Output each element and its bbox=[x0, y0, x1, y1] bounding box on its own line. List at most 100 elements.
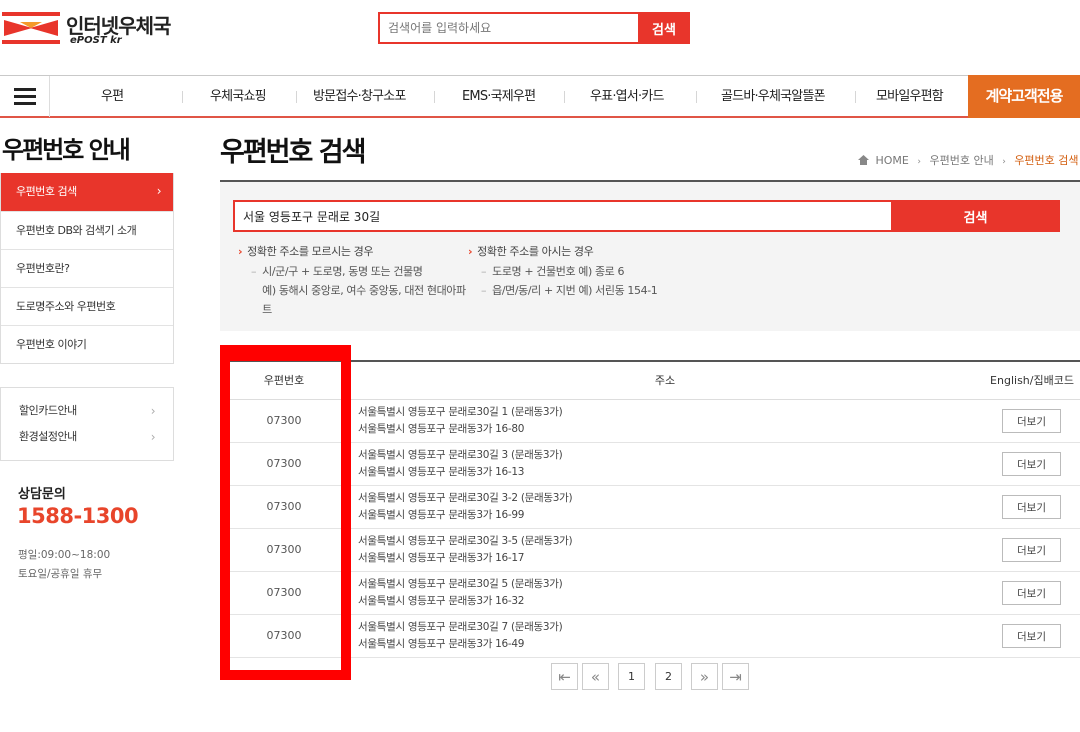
postcode-cell[interactable]: 07300 bbox=[220, 572, 348, 614]
global-navigation: 우편 우체국쇼핑 방문접수·창구소포 EMS·국제우편 우표·엽서·카드 골드바… bbox=[0, 75, 1080, 118]
page-button-2[interactable]: 2 bbox=[655, 663, 682, 690]
gnb-item-stamps[interactable]: 우표·엽서·카드 bbox=[590, 76, 664, 117]
first-page-icon[interactable]: ⇤ bbox=[551, 663, 578, 690]
postcode-search-button[interactable]: 검색 bbox=[891, 200, 1060, 232]
table-row: 07300 서울특별시 영등포구 문래로30길 3-2 (문래동3가) 서울특별… bbox=[220, 486, 1080, 529]
guide-heading: 정확한 주소를 모르시는 경우 bbox=[238, 242, 466, 262]
gnb-contract-customer[interactable]: 계약고객전용 bbox=[968, 75, 1080, 118]
jibun-address: 서울특별시 영등포구 문래동3가 16-99 bbox=[358, 509, 525, 521]
sidebar-item-what-is-postcode[interactable]: 우편번호란? bbox=[1, 249, 173, 287]
breadcrumb-postcode-guide[interactable]: 우편번호 안내 bbox=[929, 154, 993, 167]
header-postcode: 우편번호 bbox=[263, 374, 305, 387]
postcode-cell[interactable]: 07300 bbox=[220, 615, 348, 657]
road-address: 서울특별시 영등포구 문래로30길 1 (문래동3가) bbox=[358, 406, 563, 418]
sidebar-item-postcode-story[interactable]: 우편번호 이야기 bbox=[1, 325, 173, 363]
jibun-address: 서울특별시 영등포구 문래동3가 16-49 bbox=[358, 638, 525, 650]
discount-card-link[interactable]: 할인카드안내 › bbox=[19, 398, 156, 424]
customer-service-hours: 평일:09:00~18:00 토요일/공휴일 휴무 bbox=[18, 546, 110, 584]
gnb-item-mobile-mailbox[interactable]: 모바일우편함 bbox=[876, 76, 944, 117]
address-cell[interactable]: 서울특별시 영등포구 문래로30길 3-5 (문래동3가) 서울특별시 영등포구… bbox=[358, 533, 958, 567]
gnb-item-goldbar[interactable]: 골드바·우체국알뜰폰 bbox=[721, 76, 826, 117]
table-row: 07300 서울특별시 영등포구 문래로30길 7 (문래동3가) 서울특별시 … bbox=[220, 615, 1080, 658]
gnb-divider bbox=[696, 91, 697, 103]
sidebar-title: 우편번호 안내 bbox=[2, 136, 131, 164]
home-icon bbox=[858, 155, 869, 165]
address-cell[interactable]: 서울특별시 영등포구 문래로30길 5 (문래동3가) 서울특별시 영등포구 문… bbox=[358, 576, 958, 610]
guide-line: – 도로명 + 건물번호 예) 종로 6 bbox=[481, 265, 625, 278]
breadcrumb-separator-icon: › bbox=[1002, 157, 1006, 167]
breadcrumb-current: 우편번호 검색 bbox=[1014, 154, 1079, 167]
road-address: 서울특별시 영등포구 문래로30길 5 (문래동3가) bbox=[358, 578, 563, 590]
hamburger-menu-icon[interactable] bbox=[0, 76, 50, 117]
breadcrumb-separator-icon: › bbox=[917, 157, 921, 167]
chevron-right-icon: › bbox=[150, 430, 156, 444]
sidebar-item-postcode-search[interactable]: 우편번호 검색 › bbox=[1, 173, 173, 211]
jibun-address: 서울특별시 영등포구 문래동3가 16-17 bbox=[358, 552, 525, 564]
global-search-input[interactable] bbox=[380, 14, 640, 42]
table-header: 우편번호 주소 English/집배코드 bbox=[220, 362, 1080, 400]
address-cell[interactable]: 서울특별시 영등포구 문래로30길 3-2 (문래동3가) 서울특별시 영등포구… bbox=[358, 490, 958, 524]
header-english-code: English/집배코드 bbox=[990, 374, 1074, 387]
address-cell[interactable]: 서울특별시 영등포구 문래로30길 1 (문래동3가) 서울특별시 영등포구 문… bbox=[358, 404, 958, 438]
more-button[interactable]: 더보기 bbox=[1002, 581, 1061, 605]
gnb-item-ems[interactable]: EMS·국제우편 bbox=[462, 76, 536, 117]
gnb-divider bbox=[564, 91, 565, 103]
guide-heading: 정확한 주소를 아시는 경우 bbox=[468, 242, 657, 262]
environment-settings-link[interactable]: 환경설정안내 › bbox=[19, 424, 156, 450]
postcode-search-input[interactable] bbox=[235, 202, 895, 230]
postcode-cell[interactable]: 07300 bbox=[220, 443, 348, 485]
highlight-annotation-top bbox=[220, 345, 351, 361]
more-button[interactable]: 더보기 bbox=[1002, 495, 1061, 519]
gnb-item-parcel[interactable]: 방문접수·창구소포 bbox=[313, 76, 406, 117]
weekday-hours: 평일:09:00~18:00 bbox=[18, 549, 111, 561]
guide-line: –예) 동해시 중앙로, 여수 중앙동, 대전 현대아파 bbox=[262, 284, 466, 297]
breadcrumb: HOME › 우편번호 안내 › 우편번호 검색 bbox=[858, 152, 1079, 168]
gnb-item-shopping[interactable]: 우체국쇼핑 bbox=[210, 76, 267, 117]
jibun-address: 서울특별시 영등포구 문래동3가 16-80 bbox=[358, 423, 525, 435]
guide-known-address: 정확한 주소를 아시는 경우 –도로명 + 건물번호 예) 종로 6 –읍/면/… bbox=[468, 242, 658, 300]
postcode-cell[interactable]: 07300 bbox=[220, 400, 348, 442]
epost-logo-icon bbox=[2, 12, 60, 44]
holiday-hours: 토요일/공휴일 휴무 bbox=[18, 568, 103, 580]
page-title: 우편번호 검색 bbox=[220, 137, 366, 168]
gnb-divider bbox=[296, 91, 297, 103]
global-search: 검색 bbox=[378, 12, 690, 44]
page-button-1[interactable]: 1 bbox=[618, 663, 645, 690]
next-page-icon[interactable]: » bbox=[691, 663, 718, 690]
sidebar-item-db-intro[interactable]: 우편번호 DB와 검색기 소개 bbox=[1, 211, 173, 249]
postcode-cell[interactable]: 07300 bbox=[220, 529, 348, 571]
table-row: 07300 서울특별시 영등포구 문래로30길 1 (문래동3가) 서울특별시 … bbox=[220, 400, 1080, 443]
last-page-icon[interactable]: ⇥ bbox=[722, 663, 749, 690]
gnb-item-post[interactable]: 우편 bbox=[101, 76, 124, 117]
discount-card-label: 할인카드안내 bbox=[19, 404, 77, 417]
postcode-search-box: 검색 bbox=[233, 200, 1060, 232]
gnb-divider bbox=[182, 91, 183, 103]
header-address: 주소 bbox=[654, 374, 676, 387]
more-button[interactable]: 더보기 bbox=[1002, 409, 1061, 433]
more-button[interactable]: 더보기 bbox=[1002, 538, 1061, 562]
breadcrumb-home[interactable]: HOME bbox=[876, 154, 909, 167]
guide-line: – 시/군/구 + 도로명, 동명 또는 건물명 bbox=[251, 265, 423, 278]
road-address: 서울특별시 영등포구 문래로30길 3 (문래동3가) bbox=[358, 449, 563, 461]
epost-logo[interactable]: 인터넷우체국 ePOST kr bbox=[2, 8, 182, 48]
address-cell[interactable]: 서울특별시 영등포구 문래로30길 7 (문래동3가) 서울특별시 영등포구 문… bbox=[358, 619, 958, 653]
road-address: 서울특별시 영등포구 문래로30길 3-5 (문래동3가) bbox=[358, 535, 573, 547]
gnb-divider bbox=[434, 91, 435, 103]
table-row: 07300 서울특별시 영등포구 문래로30길 3-5 (문래동3가) 서울특별… bbox=[220, 529, 1080, 572]
address-cell[interactable]: 서울특별시 영등포구 문래로30길 3 (문래동3가) 서울특별시 영등포구 문… bbox=[358, 447, 958, 481]
road-address: 서울특별시 영등포구 문래로30길 7 (문래동3가) bbox=[358, 621, 563, 633]
prev-page-icon[interactable]: « bbox=[582, 663, 609, 690]
guide-line: –트 bbox=[262, 303, 272, 316]
postcode-results-table: 우편번호 주소 English/집배코드 07300 서울특별시 영등포구 문래… bbox=[220, 360, 1080, 658]
chevron-right-icon: › bbox=[156, 184, 162, 198]
jibun-address: 서울특별시 영등포구 문래동3가 16-13 bbox=[358, 466, 525, 478]
table-row: 07300 서울특별시 영등포구 문래로30길 3 (문래동3가) 서울특별시 … bbox=[220, 443, 1080, 486]
postcode-cell[interactable]: 07300 bbox=[220, 486, 348, 528]
sidebar-item-label: 우편번호 검색 bbox=[16, 185, 77, 198]
customer-service-title: 상담문의 bbox=[18, 487, 66, 502]
more-button[interactable]: 더보기 bbox=[1002, 452, 1061, 476]
sidebar-item-road-address[interactable]: 도로명주소와 우편번호 bbox=[1, 287, 173, 325]
more-button[interactable]: 더보기 bbox=[1002, 624, 1061, 648]
jibun-address: 서울특별시 영등포구 문래동3가 16-32 bbox=[358, 595, 525, 607]
global-search-button[interactable]: 검색 bbox=[638, 12, 690, 44]
